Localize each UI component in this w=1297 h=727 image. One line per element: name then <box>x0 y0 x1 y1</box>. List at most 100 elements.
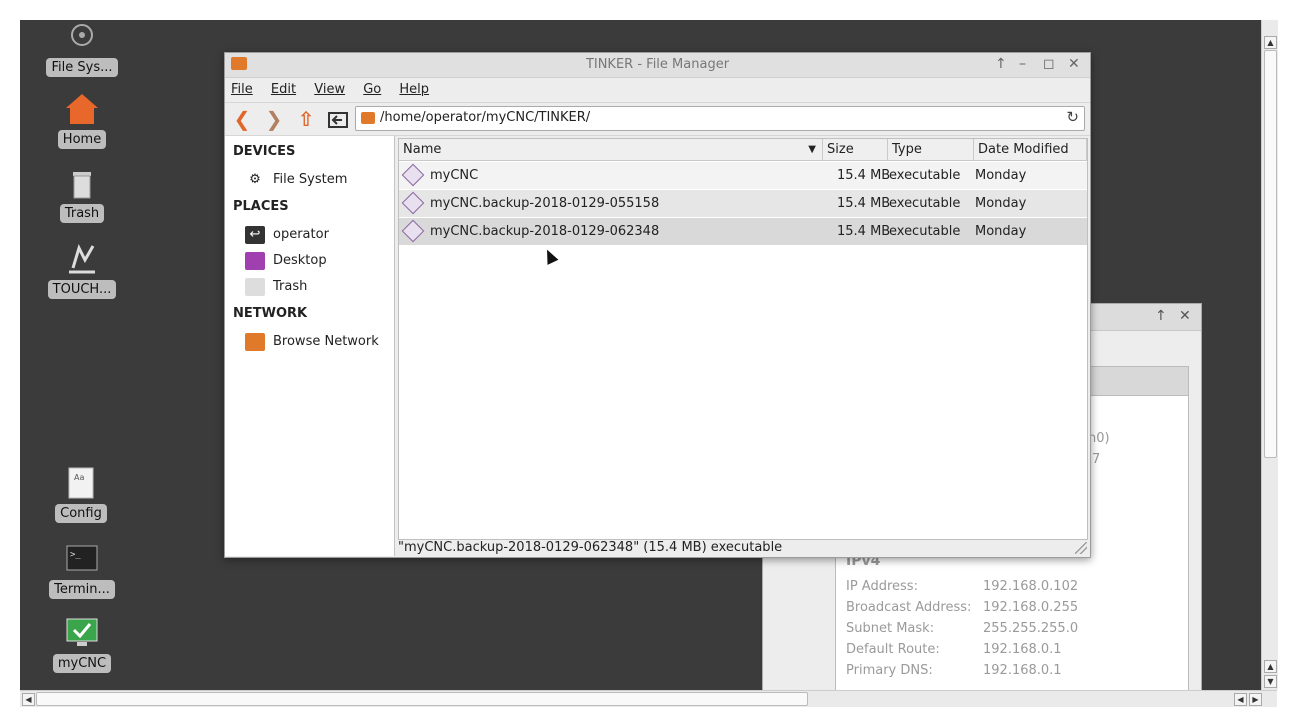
column-header-size[interactable]: Size <box>823 139 888 161</box>
places-header: PLACES <box>233 199 289 214</box>
menu-go[interactable]: Go <box>363 82 381 97</box>
desktop-icon-trash[interactable]: Trash <box>42 166 122 223</box>
folder-app-icon <box>231 57 247 70</box>
devices-header: DEVICES <box>233 144 296 159</box>
scroll-down-arrow-icon[interactable]: ▲ <box>1264 660 1277 673</box>
file-size: 15.4 MB <box>837 168 891 183</box>
desktop-icon-terminal[interactable]: >_ Termin... <box>42 542 122 599</box>
desktop-icon-label: Termin... <box>49 580 115 599</box>
desktop-icon-home[interactable]: Home <box>42 92 122 149</box>
file-date: Monday <box>975 196 1027 211</box>
minimize-icon[interactable]: – <box>1019 53 1026 76</box>
drive-icon: ⚙ <box>249 171 261 187</box>
menu-help[interactable]: Help <box>399 82 429 97</box>
up-icon[interactable]: ⇧ <box>295 108 317 130</box>
status-bar: "myCNC.backup-2018-0129-062348" (15.4 MB… <box>398 540 783 555</box>
file-list: Name ▼ Size Type Date Modified myCNC 15.… <box>398 138 1088 540</box>
column-header-date[interactable]: Date Modified <box>974 139 1087 161</box>
desktop-viewport: File Sys... Home Trash TOUCH... Aa Confi… <box>20 20 1261 690</box>
row-value: 192.168.0.1 <box>983 663 1062 678</box>
menu-file[interactable]: File <box>231 82 253 97</box>
file-row[interactable]: myCNC.backup-2018-0129-055158 15.4 MB ex… <box>399 190 1087 217</box>
mycnc-icon <box>65 616 99 650</box>
file-row[interactable]: myCNC 15.4 MB executable Monday <box>399 162 1087 189</box>
maximize-icon[interactable]: ◻ <box>1043 53 1055 76</box>
home-folder-icon: ↩ <box>245 225 265 244</box>
sidebar-item-label: operator <box>273 227 329 242</box>
desktop-icon-config[interactable]: Aa Config <box>41 466 121 523</box>
close-icon[interactable]: ✕ <box>1179 308 1191 324</box>
row-value: 192.168.0.1 <box>983 642 1062 657</box>
column-header-type[interactable]: Type <box>888 139 974 161</box>
primary-dns-row: Primary DNS: 192.168.0.1 <box>846 663 1062 678</box>
file-row-selected[interactable]: myCNC.backup-2018-0129-062348 15.4 MB ex… <box>399 218 1087 245</box>
column-size-label: Size <box>827 142 854 157</box>
scroll-left-arrow-icon[interactable]: ◀ <box>1234 693 1247 706</box>
scroll-up-arrow-icon[interactable]: ▲ <box>1264 36 1277 49</box>
sidebar-item-label: Desktop <box>273 253 327 268</box>
close-icon[interactable]: ✕ <box>1068 53 1080 76</box>
desktop-folder-icon <box>245 251 265 270</box>
location-bar[interactable]: /home/operator/myCNC/TINKER/ ↻ <box>355 106 1085 131</box>
desktop-icon-mycnc[interactable]: myCNC <box>42 616 122 673</box>
resize-grip-icon[interactable] <box>1075 542 1087 554</box>
desktop-icon-touch[interactable]: TOUCH... <box>42 242 122 299</box>
row-key: Subnet Mask: <box>846 621 935 636</box>
sidebar-item-browse-network[interactable]: Browse Network <box>245 332 379 352</box>
network-header: NETWORK <box>233 306 308 321</box>
trash-icon <box>245 277 265 296</box>
network-folder-icon <box>245 332 265 351</box>
touch-icon <box>65 242 99 276</box>
file-type: executable <box>889 168 961 183</box>
svg-text:>_: >_ <box>70 550 81 560</box>
executable-icon <box>401 191 425 215</box>
file-type: executable <box>889 224 961 239</box>
vertical-scroll-thumb[interactable] <box>1264 50 1277 458</box>
menu-view[interactable]: View <box>314 82 345 97</box>
network-fragment-text: n0) <box>1088 431 1110 446</box>
reload-icon[interactable]: ↻ <box>1066 108 1079 126</box>
row-key: Primary DNS: <box>846 663 933 678</box>
scroll-right-arrow-icon[interactable]: ▶ <box>1249 693 1262 706</box>
places-sidebar: DEVICES ⚙ File System PLACES ↩ operator De… <box>225 136 395 556</box>
forward-icon[interactable]: ❯ <box>263 108 285 130</box>
horizontal-scroll-thumb[interactable] <box>36 692 808 706</box>
desktop-icon-filesystem[interactable]: File Sys... <box>42 20 122 77</box>
file-size: 15.4 MB <box>837 224 891 239</box>
column-header-name[interactable]: Name ▼ <box>399 139 823 161</box>
sidebar-item-desktop[interactable]: Desktop <box>245 251 327 271</box>
desktop-icon-label: Config <box>55 504 107 523</box>
scroll-down-arrow-icon[interactable]: ▼ <box>1264 675 1277 688</box>
sidebar-item-operator[interactable]: ↩ operator <box>245 225 329 245</box>
sidebar-item-file-system[interactable]: ⚙ File System <box>245 170 347 190</box>
home-dir-icon[interactable] <box>327 108 349 130</box>
file-date: Monday <box>975 224 1027 239</box>
subnet-mask-row: Subnet Mask: 255.255.255.0 <box>846 621 1078 636</box>
terminal-icon: >_ <box>65 542 99 576</box>
vertical-scrollbar[interactable]: ▲ ▲ ▼ <box>1261 20 1278 690</box>
scroll-left-arrow-icon[interactable]: ◀ <box>22 693 35 706</box>
keep-above-icon[interactable]: ↑ <box>995 53 1007 76</box>
row-key: Broadcast Address: <box>846 600 972 615</box>
menu-edit[interactable]: Edit <box>271 82 296 97</box>
trash-icon <box>65 166 99 200</box>
network-fragment-text: 7 <box>1092 452 1101 467</box>
desktop-icon-label: myCNC <box>52 654 112 673</box>
column-name-label: Name <box>403 142 442 157</box>
window-title: TINKER - File Manager <box>585 57 730 72</box>
location-path: /home/operator/myCNC/TINKER/ <box>380 110 591 125</box>
maximize-up-icon[interactable]: ↑ <box>1155 308 1167 324</box>
file-size: 15.4 MB <box>837 196 891 211</box>
file-name: myCNC.backup-2018-0129-055158 <box>430 196 660 211</box>
column-date-label: Date Modified <box>978 142 1069 157</box>
svg-text:Aa: Aa <box>74 473 84 482</box>
filesystem-icon <box>65 20 99 54</box>
row-key: IP Address: <box>846 579 918 594</box>
folder-icon <box>361 112 375 124</box>
sort-down-icon: ▼ <box>808 144 816 155</box>
back-icon[interactable]: ❮ <box>231 108 253 130</box>
window-titlebar[interactable]: TINKER - File Manager ↑ – ◻ ✕ <box>225 53 1090 78</box>
file-type: executable <box>889 196 961 211</box>
horizontal-scrollbar[interactable]: ◀ ◀ ▶ <box>20 690 1277 707</box>
sidebar-item-trash[interactable]: Trash <box>245 277 307 297</box>
